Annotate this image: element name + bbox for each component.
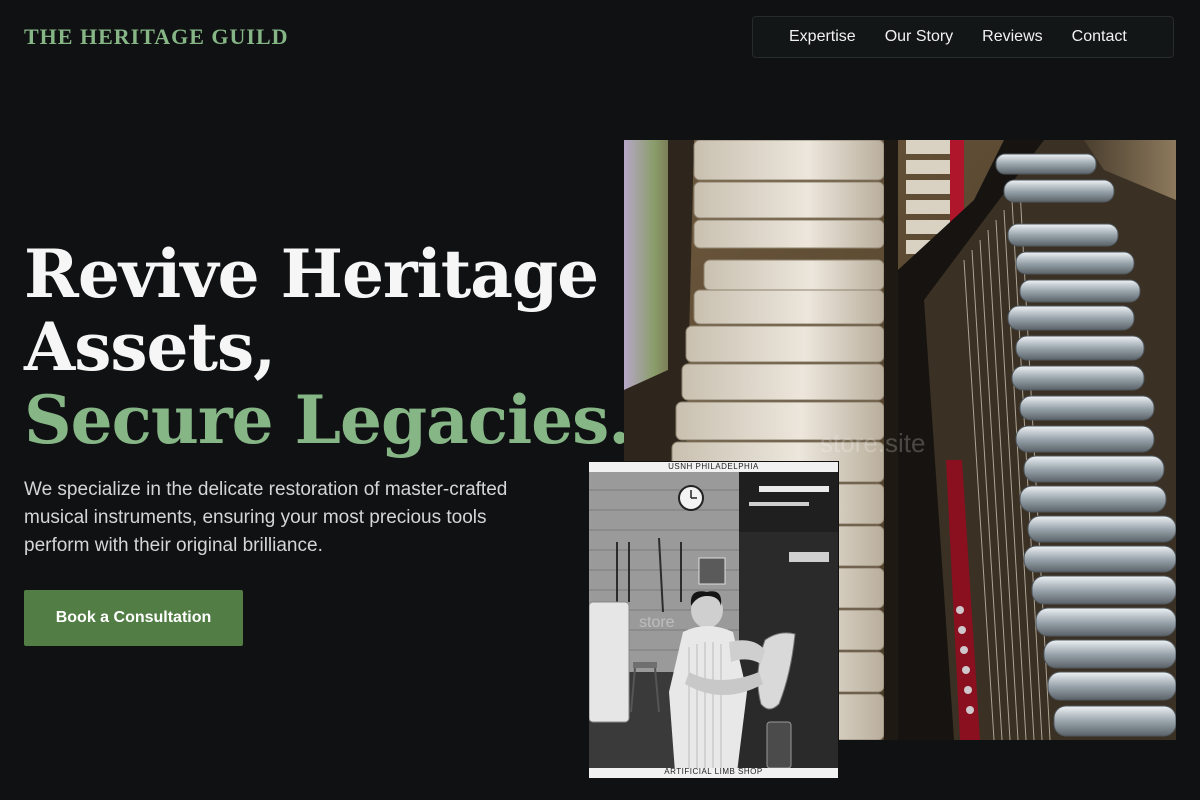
piano-watermark: store.site [820, 428, 926, 458]
hero-title-line-2: Assets, [24, 308, 276, 386]
archive-caption-top: USNH PHILADELPHIA [668, 462, 759, 471]
hero-title: Revive Heritage Assets, Secure Legacies. [24, 235, 631, 459]
hero-title-line-1: Revive Heritage [24, 235, 599, 313]
main-nav: Expertise Our Story Reviews Contact [752, 16, 1174, 58]
nav-link-expertise[interactable]: Expertise [789, 28, 856, 46]
archive-watermark: store [639, 614, 675, 631]
nav-link-our-story[interactable]: Our Story [885, 28, 953, 46]
hero-title-accent: Secure Legacies. [24, 381, 631, 459]
hero-description: We specialize in the delicate restoratio… [24, 479, 508, 556]
archive-caption-bottom: ARTIFICIAL LIMB SHOP [664, 767, 763, 776]
archive-photo: USNH PHILADELPHIA store ARTIFICIAL LIMB … [588, 461, 839, 779]
nav-link-contact[interactable]: Contact [1072, 28, 1127, 46]
book-consultation-button[interactable]: Book a Consultation [24, 590, 243, 646]
site-logo[interactable]: THE HERITAGE GUILD [24, 24, 289, 50]
nav-link-reviews[interactable]: Reviews [982, 28, 1042, 46]
